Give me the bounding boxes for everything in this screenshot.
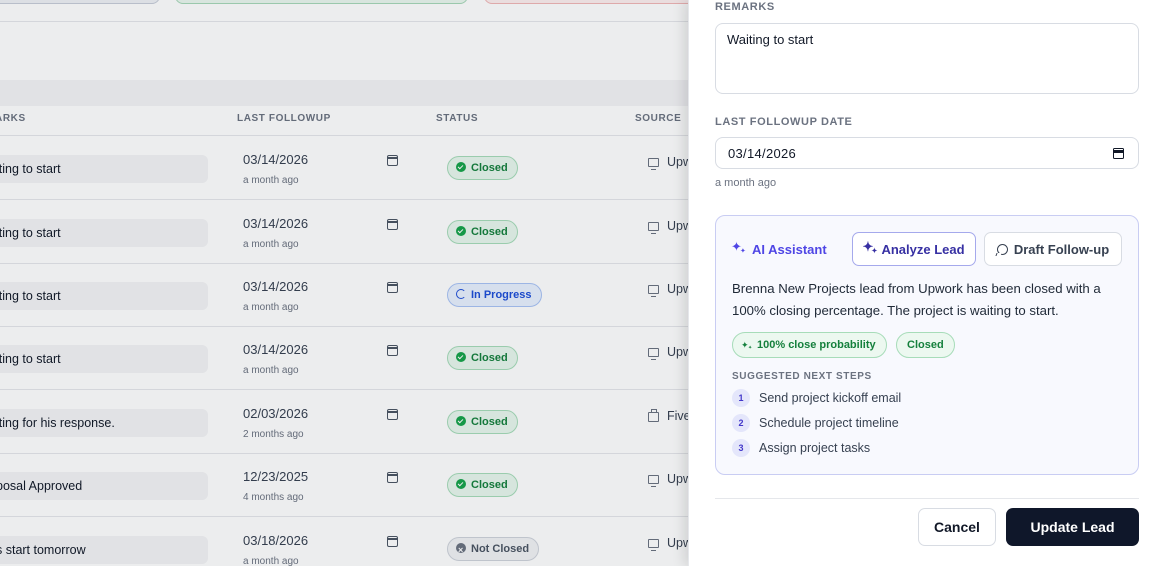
- calendar-icon[interactable]: [1113, 148, 1124, 159]
- step-text: Schedule project timeline: [759, 416, 899, 430]
- sparkles-icon: [741, 338, 752, 352]
- remarks-label: REMARKS: [715, 1, 775, 13]
- last-followup-date-label: LAST FOLLOWUP DATE: [715, 116, 853, 128]
- ai-assistant-title-text: AI Assistant: [752, 242, 827, 257]
- ai-assistant-title: AI Assistant: [731, 240, 827, 257]
- step-text: Send project kickoff email: [759, 391, 902, 405]
- last-followup-date-input[interactable]: 03/14/2026: [715, 137, 1139, 169]
- update-lead-button[interactable]: Update Lead: [1006, 508, 1139, 546]
- step-text: Assign project tasks: [759, 441, 871, 455]
- status-chip: Closed: [896, 332, 955, 358]
- suggested-next-steps-label: SUGGESTED NEXT STEPS: [732, 371, 872, 382]
- draft-follow-up-label: Draft Follow-up: [1013, 241, 1110, 257]
- close-probability-chip: 100% close probability: [732, 332, 887, 358]
- ai-summary-text: Brenna New Projects lead from Upwork has…: [732, 281, 1101, 318]
- step-number: 2: [732, 414, 750, 432]
- sparkles-icon: [731, 240, 746, 256]
- ai-assistant-panel: AI Assistant Analyze Lead Draft Follow-u…: [715, 215, 1139, 475]
- next-step-item: 1 Send project kickoff email: [732, 389, 901, 407]
- message-circle-icon: [996, 243, 1008, 255]
- date-input-value[interactable]: 03/14/2026: [728, 146, 796, 161]
- cancel-button[interactable]: Cancel: [918, 508, 996, 546]
- footer-divider: [715, 498, 1139, 499]
- analyze-lead-label: Analyze Lead: [881, 241, 965, 257]
- sparkles-icon: [862, 240, 877, 256]
- remarks-textarea[interactable]: Waiting to start: [715, 23, 1139, 94]
- draft-follow-up-button[interactable]: Draft Follow-up: [984, 232, 1122, 266]
- analyze-lead-button[interactable]: Analyze Lead: [852, 232, 976, 266]
- followup-relative-time: a month ago: [715, 177, 777, 189]
- edit-lead-drawer: REMARKS Waiting to start LAST FOLLOWUP D…: [688, 0, 1167, 566]
- step-number: 1: [732, 389, 750, 407]
- step-number: 3: [732, 439, 750, 457]
- close-probability-text: 100% close probability: [757, 339, 876, 351]
- next-step-item: 2 Schedule project timeline: [732, 414, 899, 432]
- next-step-item: 3 Assign project tasks: [732, 439, 870, 457]
